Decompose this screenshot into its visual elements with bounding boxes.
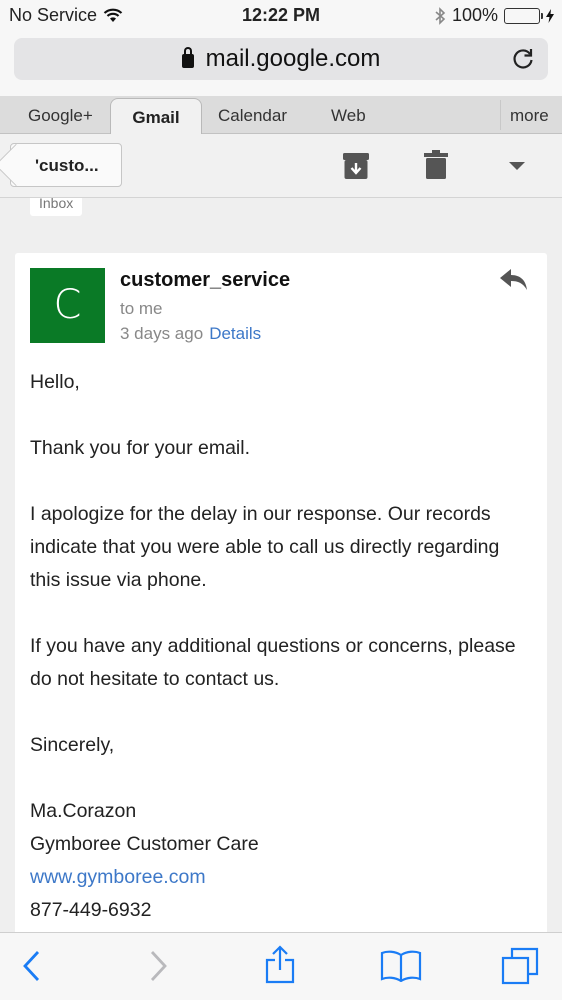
message-card: C customer_service to me 3 days ago Detai… bbox=[15, 253, 547, 953]
status-bar: No Service 12:22 PM 100% bbox=[0, 0, 562, 32]
status-right: 100% bbox=[434, 5, 554, 26]
lock-icon bbox=[181, 47, 194, 68]
battery-percent: 100% bbox=[451, 5, 498, 25]
closing: Sincerely, bbox=[30, 734, 115, 756]
message-toolbar: 'custo... bbox=[0, 134, 562, 198]
message-meta: 3 days ago Details bbox=[120, 324, 261, 344]
browser-bottom-toolbar bbox=[0, 932, 562, 1000]
tab-calendar[interactable]: Calendar bbox=[218, 106, 287, 126]
sender-name: customer_service bbox=[120, 269, 291, 291]
details-link[interactable]: Details bbox=[209, 324, 261, 343]
message-time: 3 days ago bbox=[120, 324, 204, 343]
bluetooth-icon bbox=[435, 6, 446, 25]
back-button[interactable]: 'custo... bbox=[10, 143, 122, 187]
chevron-down-icon[interactable] bbox=[509, 162, 525, 170]
avatar: C bbox=[30, 268, 105, 343]
inbox-label: Inbox bbox=[30, 198, 83, 216]
greeting: Hello, bbox=[30, 371, 80, 393]
reload-icon[interactable] bbox=[510, 46, 536, 72]
browser-chrome: mail.google.com bbox=[0, 32, 562, 96]
forward-arrow-icon[interactable] bbox=[148, 949, 168, 983]
body-paragraph: If you have any additional questions or … bbox=[30, 635, 516, 690]
google-nav-tabs: Google+ Gmail Calendar Web more bbox=[0, 96, 562, 135]
bookmarks-icon[interactable] bbox=[380, 950, 422, 982]
body-paragraph: I apologize for the delay in our respons… bbox=[30, 503, 500, 591]
website-link[interactable]: www.gymboree.com bbox=[30, 861, 535, 894]
signature-phone[interactable]: 877-449-6932 bbox=[30, 894, 535, 927]
tab-gmail[interactable]: Gmail bbox=[110, 98, 202, 135]
battery-icon bbox=[504, 7, 543, 24]
tab-more[interactable]: more bbox=[510, 106, 549, 126]
reply-icon[interactable] bbox=[499, 267, 529, 293]
back-button-label: 'custo... bbox=[35, 156, 99, 175]
address-bar[interactable]: mail.google.com bbox=[14, 38, 548, 80]
signature-name: Ma.Corazon bbox=[30, 800, 137, 822]
tabs-icon[interactable] bbox=[500, 946, 540, 986]
share-icon[interactable] bbox=[264, 945, 296, 985]
tab-web[interactable]: Web bbox=[331, 106, 366, 126]
tab-divider bbox=[500, 100, 501, 130]
message-body: Hello, Thank you for your email. I apolo… bbox=[30, 366, 535, 927]
tab-google-plus[interactable]: Google+ bbox=[28, 106, 93, 126]
recipient-line: to me bbox=[120, 299, 163, 318]
charging-icon bbox=[546, 8, 554, 23]
body-paragraph: Thank you for your email. bbox=[30, 437, 251, 459]
signature-org: Gymboree Customer Care bbox=[30, 833, 259, 855]
url-text: mail.google.com bbox=[205, 45, 381, 72]
trash-icon[interactable] bbox=[424, 150, 448, 180]
back-arrow-icon[interactable] bbox=[22, 949, 42, 983]
archive-icon[interactable] bbox=[342, 152, 370, 180]
